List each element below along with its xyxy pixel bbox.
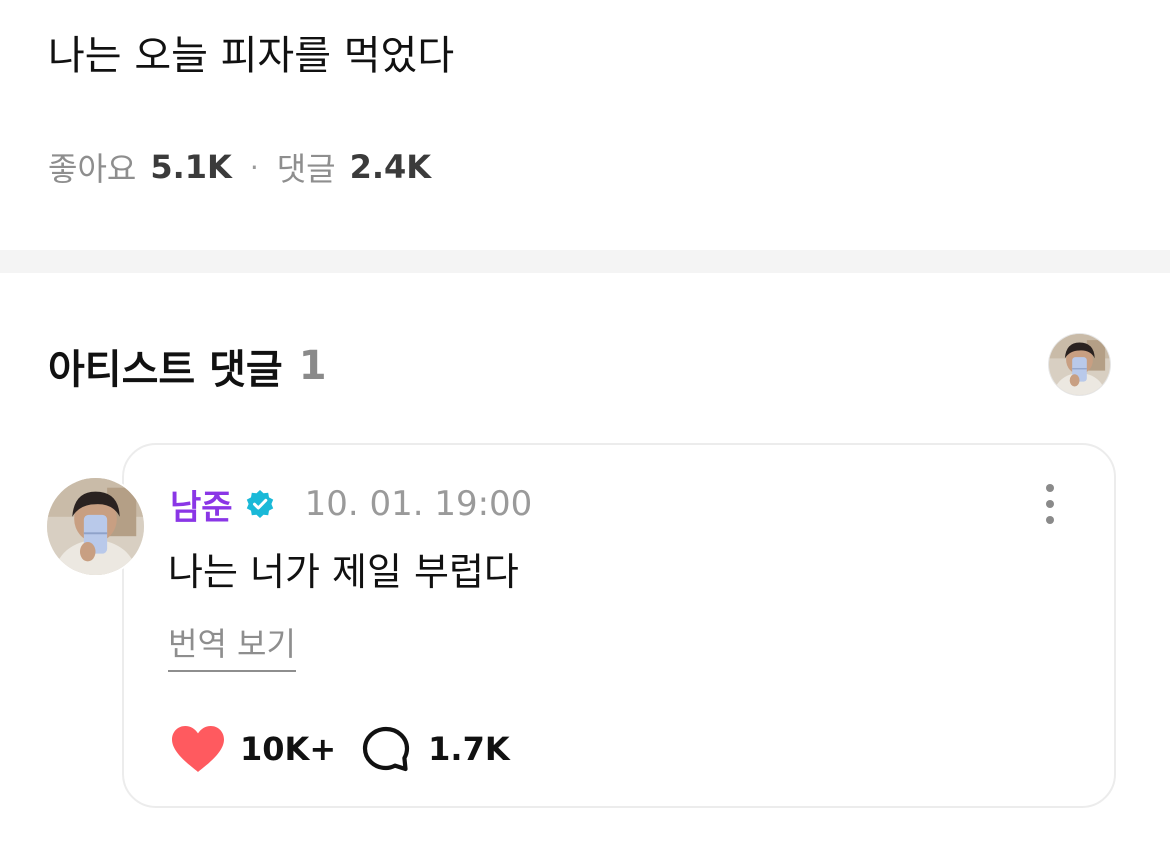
artist-comments-count: 1 [298,343,327,389]
more-vertical-icon [1046,484,1054,492]
more-options-button[interactable] [1034,482,1066,526]
stats-separator: · [249,150,259,184]
artist-comments-title: 아티스트 댓글 [48,347,283,393]
comments-count: 2.4K [349,148,432,186]
like-button[interactable]: 10K+ [170,724,336,774]
artist-avatar-icon[interactable] [1049,334,1110,395]
comment-date: 10. 01. 19:00 [304,484,533,524]
likes-label: 좋아요 [48,150,137,188]
comment-text: 나는 너가 제일 부럽다 [168,550,519,594]
likes-count: 5.1K [150,148,232,186]
commenter-avatar-icon[interactable] [47,478,144,575]
post-text: 나는 오늘 피자를 먹었다 [48,33,455,79]
speech-bubble-icon [362,726,410,772]
author-name[interactable]: 남준 [170,480,233,529]
comment-meta: 남준 10. 01. 19:00 [170,480,533,529]
more-dot [1046,500,1054,508]
translate-link[interactable]: 번역 보기 [168,620,296,672]
verified-check-icon [245,489,275,519]
like-count: 10K+ [240,730,337,768]
artist-comments-header: 아티스트 댓글 1 [48,338,327,394]
comment-actions: 10K+ 1.7K [170,722,510,776]
reply-button[interactable]: 1.7K [362,726,510,772]
heart-icon [170,724,226,774]
comments-label: 댓글 [276,150,336,188]
reply-count: 1.7K [428,730,510,768]
section-divider [0,250,1170,273]
more-dot [1046,516,1054,524]
post-stats: 좋아요 5.1K · 댓글 2.4K [48,142,431,192]
